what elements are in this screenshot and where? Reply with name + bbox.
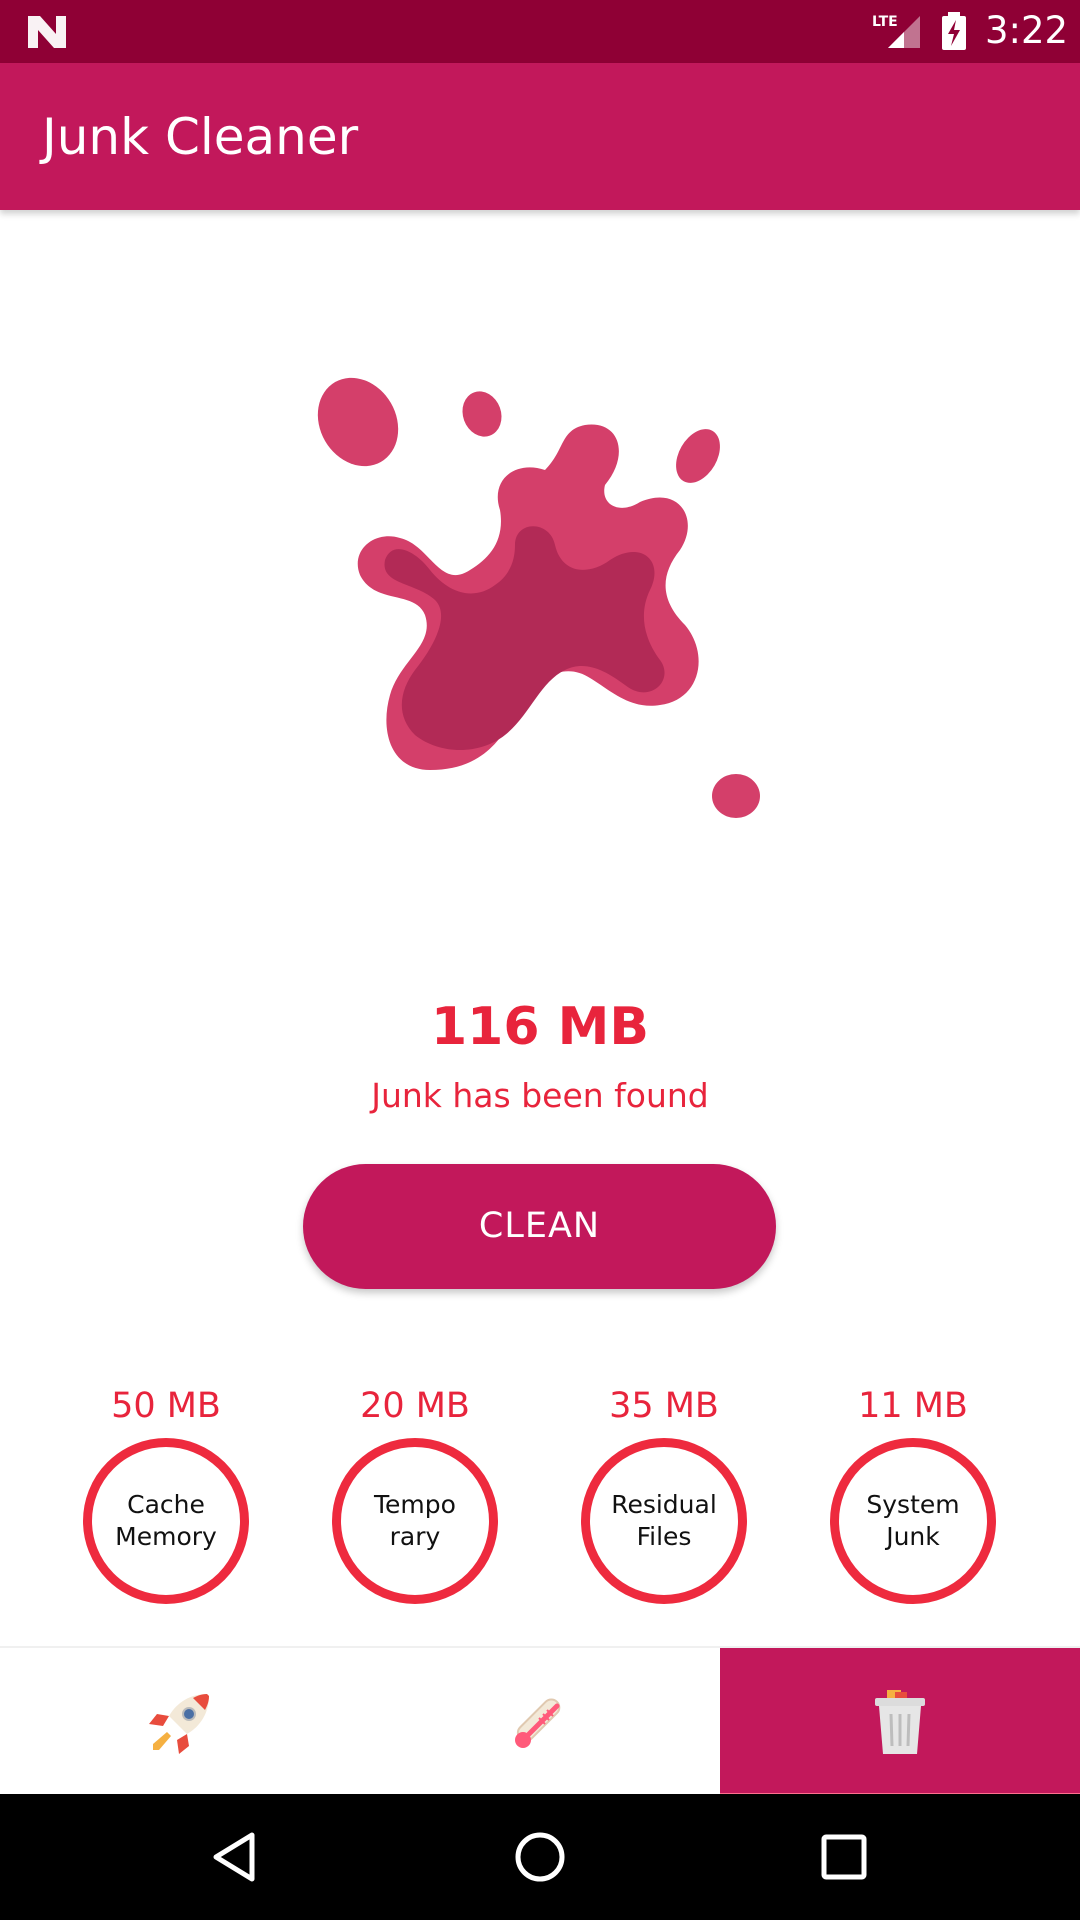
bottom-navigation [0, 1646, 1080, 1796]
category-system-junk[interactable]: 11 MB System Junk [813, 1380, 1013, 1620]
category-ring: Cache Memory [83, 1438, 249, 1604]
junk-found-message: Junk has been found [371, 1076, 709, 1115]
rocket-icon [149, 1694, 209, 1754]
status-bar: LTE 3:22 [0, 0, 1080, 63]
system-navigation-bar [0, 1794, 1080, 1920]
battery-charging-icon [942, 12, 966, 50]
category-residual-files[interactable]: 35 MB Residual Files [564, 1380, 764, 1620]
nav-cpu-cooler[interactable] [360, 1648, 720, 1796]
notification-n-icon [28, 16, 66, 48]
category-size: 35 MB [609, 1386, 719, 1426]
category-cache-memory[interactable]: 50 MB Cache Memory [66, 1380, 266, 1620]
svg-text:LTE: LTE [872, 14, 898, 30]
junk-splash-illustration [317, 377, 760, 818]
category-label: System Junk [866, 1490, 960, 1551]
category-label: Residual Files [611, 1490, 717, 1551]
app-title: Junk Cleaner [42, 108, 359, 166]
app-bar: Junk Cleaner [0, 63, 1080, 210]
nav-booster[interactable] [0, 1648, 360, 1796]
thermometer-icon [515, 1698, 561, 1748]
category-ring: Residual Files [581, 1438, 747, 1604]
back-icon[interactable] [206, 1827, 266, 1887]
category-ring: System Junk [830, 1438, 996, 1604]
category-temporary[interactable]: 20 MB Tempo rary [315, 1380, 515, 1620]
category-label: Cache Memory [115, 1490, 217, 1551]
category-ring: Tempo rary [332, 1438, 498, 1604]
trash-can-icon [875, 1690, 925, 1754]
home-icon[interactable] [510, 1827, 570, 1887]
recents-icon[interactable] [814, 1827, 874, 1887]
nav-junk-cleaner[interactable] [720, 1648, 1080, 1796]
status-time: 3:22 [985, 9, 1069, 52]
lte-signal-icon: LTE [872, 14, 920, 48]
category-size: 20 MB [360, 1386, 470, 1426]
clean-button[interactable]: CLEAN [303, 1164, 776, 1289]
category-size: 11 MB [858, 1386, 968, 1426]
category-label: Tempo rary [374, 1490, 456, 1551]
category-size: 50 MB [111, 1386, 221, 1426]
junk-total-size: 116 MB [430, 997, 650, 1057]
